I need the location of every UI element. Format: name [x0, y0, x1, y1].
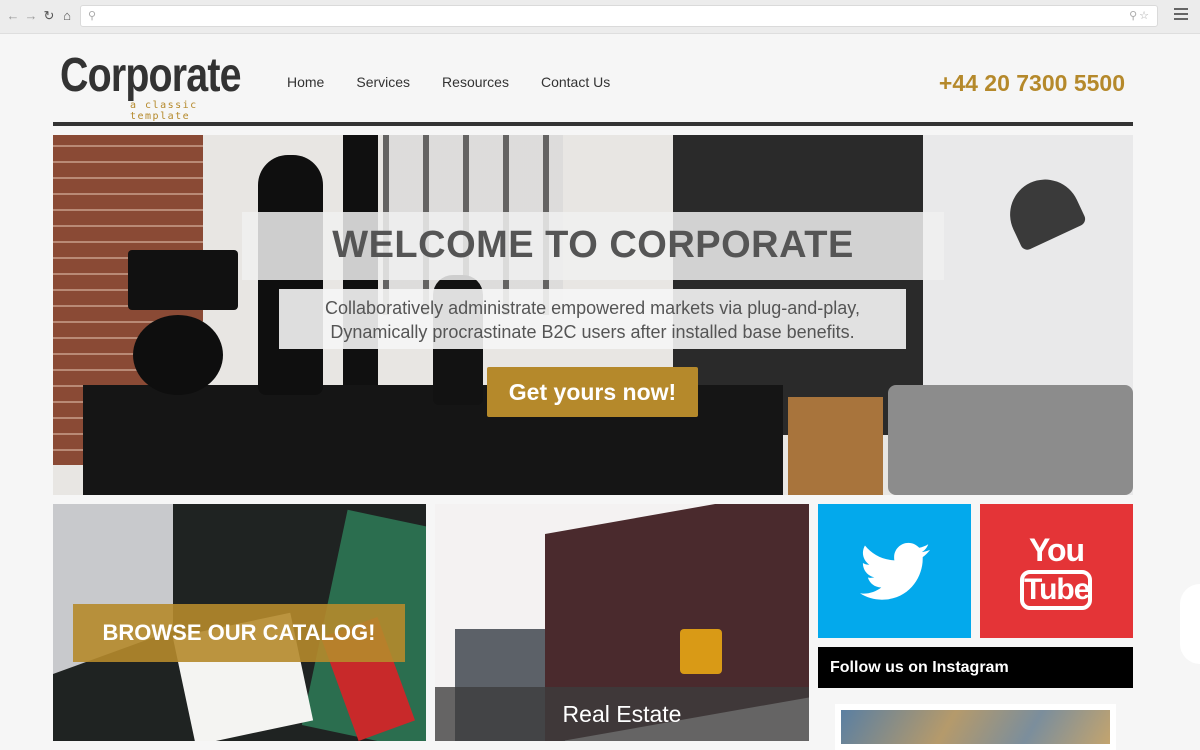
logo-text: Corporate: [60, 49, 242, 102]
browser-menu-icon[interactable]: [1174, 8, 1188, 22]
search-icon: ⚲: [88, 10, 97, 22]
reload-icon[interactable]: ↻: [42, 9, 56, 23]
realestate-bg-traffic-light: [680, 629, 722, 674]
address-bar[interactable]: ⚲ ⚲☆: [80, 5, 1158, 27]
real-estate-tile[interactable]: Real Estate: [435, 504, 809, 741]
twitter-bird-icon: [860, 542, 930, 600]
browse-catalog-button[interactable]: BROWSE OUR CATALOG!: [73, 604, 405, 662]
decorative-edge-shape: [1180, 584, 1200, 664]
phone-number: +44 20 7300 5500: [938, 70, 1125, 96]
zoom-icon[interactable]: ⚲☆: [1129, 9, 1151, 22]
hero-bg-sofa: [888, 385, 1133, 495]
header-divider: [53, 122, 1133, 126]
twitter-link[interactable]: [818, 504, 971, 638]
real-estate-label: Real Estate: [562, 701, 682, 727]
back-arrow-icon[interactable]: ←: [6, 9, 20, 23]
catalog-tile: BROWSE OUR CATALOG!: [53, 504, 426, 741]
hero-banner: WELCOME TO CORPORATE Collaboratively adm…: [53, 135, 1133, 495]
get-yours-now-button[interactable]: Get yours now!: [487, 367, 698, 417]
hero-title-box: WELCOME TO CORPORATE: [242, 212, 944, 280]
hero-subtitle-line-1: Collaboratively administrate empowered m…: [325, 298, 860, 318]
instagram-photo[interactable]: [835, 704, 1116, 750]
instagram-title: Follow us on Instagram: [830, 659, 1009, 676]
instagram-header: Follow us on Instagram: [818, 647, 1133, 688]
hero-title: WELCOME TO CORPORATE: [332, 224, 854, 266]
youtube-logo-tube: Tube: [1020, 570, 1092, 610]
hero-bg-stool: [788, 397, 883, 495]
nav-home[interactable]: Home: [287, 74, 324, 90]
home-icon[interactable]: ⌂: [60, 9, 74, 23]
browser-toolbar: ← → ↻ ⌂ ⚲ ⚲☆: [0, 0, 1200, 34]
hero-subtitle-box: Collaboratively administrate empowered m…: [279, 289, 906, 349]
nav-resources[interactable]: Resources: [442, 74, 509, 90]
youtube-link[interactable]: You Tube: [980, 504, 1133, 638]
hero-bg-lamp-base: [133, 315, 223, 395]
logo-tagline: a classic template: [130, 100, 198, 122]
nav-services[interactable]: Services: [356, 74, 410, 90]
site-logo[interactable]: Corporate a classic template: [60, 49, 242, 123]
youtube-logo-you: You: [1028, 532, 1085, 568]
main-nav: Home Services Resources Contact Us: [287, 74, 642, 90]
hero-bg-lamp-shade: [128, 250, 238, 310]
hero-subtitle-line-2: Dynamically procrastinate B2C users afte…: [330, 322, 855, 342]
real-estate-label-bar: Real Estate: [435, 687, 809, 741]
nav-contact-us[interactable]: Contact Us: [541, 74, 610, 90]
forward-arrow-icon[interactable]: →: [24, 9, 38, 23]
